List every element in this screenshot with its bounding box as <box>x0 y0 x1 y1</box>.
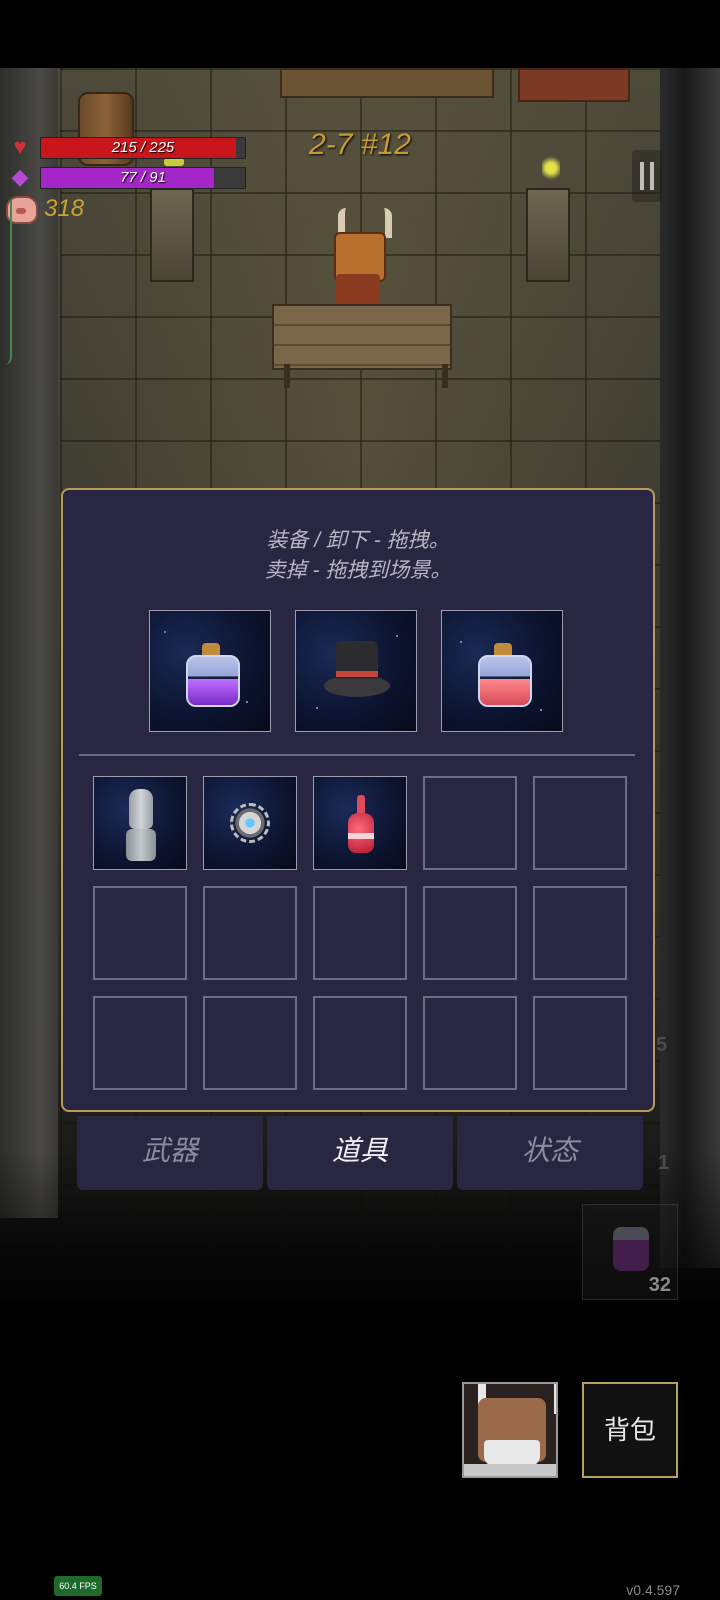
star <box>540 709 542 711</box>
red-potion-icon <box>476 643 532 707</box>
portrait-shirt <box>464 1464 556 1476</box>
red-flask-icon <box>348 795 374 853</box>
merchant-character[interactable] <box>330 208 392 308</box>
star <box>396 635 398 637</box>
portrait-beard <box>484 1440 540 1466</box>
stone-pedestal-left <box>150 188 194 282</box>
sparkle-effect <box>542 154 560 182</box>
health-bar-track: 215 / 225 <box>40 137 246 159</box>
hint-sell: 卖掉 - 拖拽到场景。 <box>264 559 452 582</box>
mana-text: 77 / 91 <box>120 169 166 186</box>
chest <box>518 68 630 102</box>
merchant-body <box>336 274 380 308</box>
star <box>164 631 166 633</box>
item-slot-7[interactable] <box>203 886 297 980</box>
item-slot-9[interactable] <box>423 886 517 980</box>
item-slot-5[interactable] <box>533 776 627 870</box>
gear-orb-icon <box>230 803 270 843</box>
tab-items[interactable]: 道具 <box>267 1116 453 1190</box>
tab-status[interactable]: 状态 <box>457 1116 643 1190</box>
item-slot-13[interactable] <box>313 996 407 1090</box>
health-text: 215 / 225 <box>111 139 175 156</box>
heart-icon: ♥ <box>13 134 27 159</box>
side-counter: 1 <box>658 1152 670 1174</box>
item-slot-2[interactable] <box>203 776 297 870</box>
item-slot-10[interactable] <box>533 886 627 980</box>
tab-weapons[interactable]: 武器 <box>77 1116 263 1190</box>
quick-potion-slot[interactable]: 32 <box>582 1204 678 1300</box>
top-hat-icon <box>324 641 390 701</box>
pause-button[interactable] <box>632 150 662 202</box>
level-indicator: 2-7 #12 <box>309 128 411 161</box>
item-slot-3[interactable] <box>313 776 407 870</box>
version-label: v0.4.597 <box>626 1582 680 1598</box>
fps-counter: 60.4 FPS <box>54 1576 102 1596</box>
character-portrait-button[interactable] <box>462 1382 558 1478</box>
item-slot-4[interactable] <box>423 776 517 870</box>
backpack-button[interactable]: 背包 <box>582 1382 678 1478</box>
right-wall <box>660 68 720 1268</box>
diamond-icon: ◆ <box>11 164 29 189</box>
hint-equip: 装备 / 卸下 - 拖拽。 <box>266 529 450 552</box>
stone-pedestal-right <box>526 188 570 282</box>
merchant-table[interactable] <box>272 304 452 370</box>
table-legs <box>284 364 448 388</box>
equip-slot-2[interactable] <box>295 610 417 732</box>
equip-slot-3[interactable] <box>441 610 563 732</box>
star <box>246 701 248 703</box>
divider <box>79 754 635 756</box>
sparkle-effect <box>164 158 184 166</box>
item-slot-15[interactable] <box>533 996 627 1090</box>
side-drawer-handle[interactable] <box>0 200 12 365</box>
potion-count: 32 <box>648 1274 671 1296</box>
potion-icon <box>613 1227 649 1271</box>
item-slot-6[interactable] <box>93 886 187 980</box>
shelf <box>280 68 494 98</box>
item-slot-8[interactable] <box>313 886 407 980</box>
star <box>316 707 318 709</box>
item-slot-11[interactable] <box>93 996 187 1090</box>
star <box>460 641 462 643</box>
equip-slot-1[interactable] <box>149 610 271 732</box>
inventory-panel: 装备 / 卸下 - 拖拽。 卖掉 - 拖拽到场景。 <box>61 488 655 1112</box>
item-slot-1[interactable] <box>93 776 187 870</box>
mana-bar-track: 77 / 91 <box>40 167 246 189</box>
side-counter: 5 <box>656 1034 668 1056</box>
coin-value: 318 <box>44 195 85 222</box>
stone-statue-icon <box>126 789 156 861</box>
item-slot-12[interactable] <box>203 996 297 1090</box>
item-slot-14[interactable] <box>423 996 517 1090</box>
purple-potion-icon <box>184 643 240 707</box>
